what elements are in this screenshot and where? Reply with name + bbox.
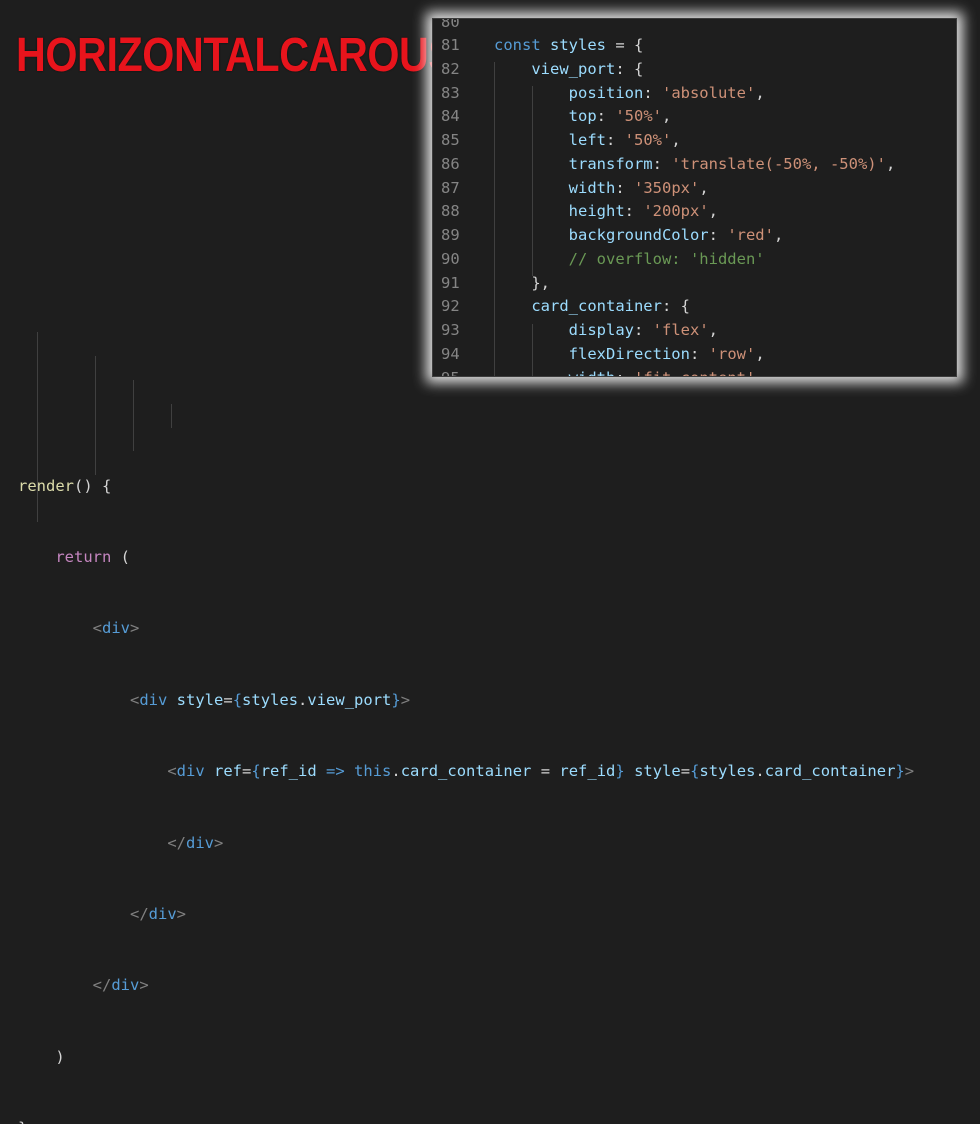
code-line: </div> xyxy=(167,833,224,852)
line-number: 95 xyxy=(441,367,473,376)
code-line: </div> xyxy=(129,904,186,923)
line-number: 94 xyxy=(441,345,460,363)
code-line: 88 height: '200px', xyxy=(433,200,956,224)
line-number: 90 xyxy=(441,250,460,268)
code-line: 80 xyxy=(433,18,956,35)
code-line: 90 // overflow: 'hidden' xyxy=(433,248,956,272)
code-line: ) xyxy=(55,1047,65,1066)
line-number: 88 xyxy=(441,202,460,220)
indent-guide xyxy=(133,380,134,451)
code-line: 84 top: '50%', xyxy=(433,105,956,129)
code-line: 95 width: 'fit-content', xyxy=(433,367,956,376)
line-number: 85 xyxy=(441,131,460,149)
line-number: 89 xyxy=(441,226,460,244)
indent-guide xyxy=(171,404,172,428)
indent-guide xyxy=(95,356,96,475)
code-line: 89 backgroundColor: 'red', xyxy=(433,224,956,248)
code-line: 81 const styles = { xyxy=(433,34,956,58)
line-number: 91 xyxy=(441,274,460,292)
code-line: 93 display: 'flex', xyxy=(433,319,956,343)
code-line: 83 position: 'absolute', xyxy=(433,82,956,106)
code-line: } xyxy=(18,1117,914,1124)
code-line: <div style={styles.view_port}> xyxy=(129,690,411,709)
code-line: return ( xyxy=(55,547,131,566)
code-line: 91 }, xyxy=(433,272,956,296)
code-line: <div ref={ref_id => this.card_container … xyxy=(167,762,915,781)
code-line: </div> xyxy=(92,976,149,995)
line-number: 80 xyxy=(441,18,460,31)
line-number: 87 xyxy=(441,179,460,197)
code-line: 94 flexDirection: 'row', xyxy=(433,343,956,367)
line-number: 92 xyxy=(441,297,460,315)
code-line: render() { xyxy=(18,476,112,495)
line-number: 93 xyxy=(441,321,460,339)
line-number: 82 xyxy=(441,60,460,78)
render-code-block: render() { return ( <div> <div style={st… xyxy=(18,308,914,1124)
code-line: 87 width: '350px', xyxy=(433,177,956,201)
line-number: 83 xyxy=(441,84,460,102)
code-line: 86 transform: 'translate(-50%, -50%)', xyxy=(433,153,956,177)
code-line: 82 view_port: { xyxy=(433,58,956,82)
code-line: 92 card_container: { xyxy=(433,295,956,319)
line-number: 84 xyxy=(441,107,460,125)
line-number: 81 xyxy=(441,36,460,54)
styles-code-panel: 80 81 const styles = { 82 view_port: { 83… xyxy=(432,18,957,377)
code-line: <div> xyxy=(92,619,140,638)
line-number: 86 xyxy=(441,155,460,173)
code-line: 85 left: '50%', xyxy=(433,129,956,153)
